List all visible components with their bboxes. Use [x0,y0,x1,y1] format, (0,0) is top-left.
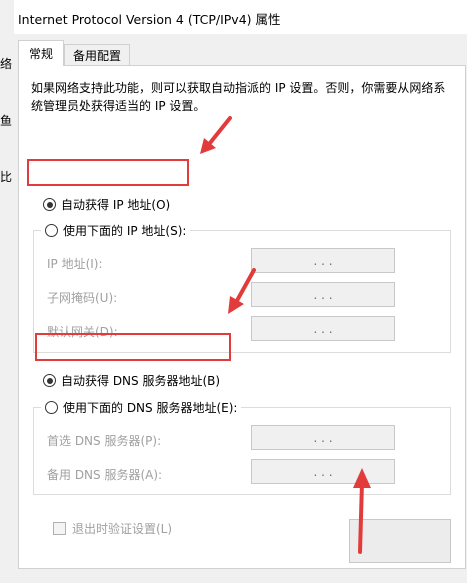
highlight-box-auto-ip [27,159,189,186]
tab-alternate-config[interactable]: 备用配置 [64,44,130,66]
manual-ip-radio[interactable]: 使用下面的 IP 地址(S): [41,222,191,239]
ip-address-input[interactable]: . . . [251,248,395,273]
highlight-box-auto-dns [35,333,231,361]
annotation-arrow-icon [353,468,371,554]
subnet-mask-label: 子网掩码(U): [47,291,118,305]
tab-panel-general: 如果网络支持此功能，则可以获取自动指派的 IP 设置。否则，你需要从网络系统管理… [18,65,466,569]
validate-on-exit-checkbox[interactable]: 退出时验证设置(L) [53,520,172,537]
auto-ip-radio[interactable]: 自动获得 IP 地址(O) [43,196,170,213]
background-text: 比 [0,170,13,184]
default-gateway-input[interactable]: . . . [251,316,395,341]
manual-dns-label: 使用下面的 DNS 服务器地址(E): [63,401,238,415]
background-text: 络 [0,57,13,71]
tab-general[interactable]: 常规 [18,40,64,66]
background-window: 络 鱼 比 [0,0,15,583]
manual-dns-radio[interactable]: 使用下面的 DNS 服务器地址(E): [41,399,242,416]
checkbox-icon [53,522,66,535]
auto-dns-radio[interactable]: 自动获得 DNS 服务器地址(B) [43,372,220,389]
auto-ip-label: 自动获得 IP 地址(O) [61,198,171,212]
radio-selected-icon [43,374,56,387]
title-bar[interactable]: Internet Protocol Version 4 (TCP/IPv4) 属… [14,0,467,34]
annotation-arrow-icon [228,268,256,314]
window-title: Internet Protocol Version 4 (TCP/IPv4) 属… [18,12,281,27]
validate-on-exit-label: 退出时验证设置(L) [72,522,173,536]
annotation-arrow-icon [200,116,232,154]
ip-address-label: IP 地址(I): [47,257,103,271]
auto-dns-label: 自动获得 DNS 服务器地址(B) [61,374,221,388]
preferred-dns-input[interactable]: . . . [251,425,395,450]
radio-unselected-icon [45,401,58,414]
preferred-dns-label: 首选 DNS 服务器(P): [47,434,162,448]
radio-selected-icon [43,198,56,211]
subnet-mask-input[interactable]: . . . [251,282,395,307]
description-text: 如果网络支持此功能，则可以获取自动指派的 IP 设置。否则，你需要从网络系统管理… [31,81,446,113]
radio-unselected-icon [45,224,58,237]
manual-ip-label: 使用下面的 IP 地址(S): [63,224,187,238]
alternate-dns-label: 备用 DNS 服务器(A): [47,468,163,482]
background-text: 鱼 [0,114,13,128]
